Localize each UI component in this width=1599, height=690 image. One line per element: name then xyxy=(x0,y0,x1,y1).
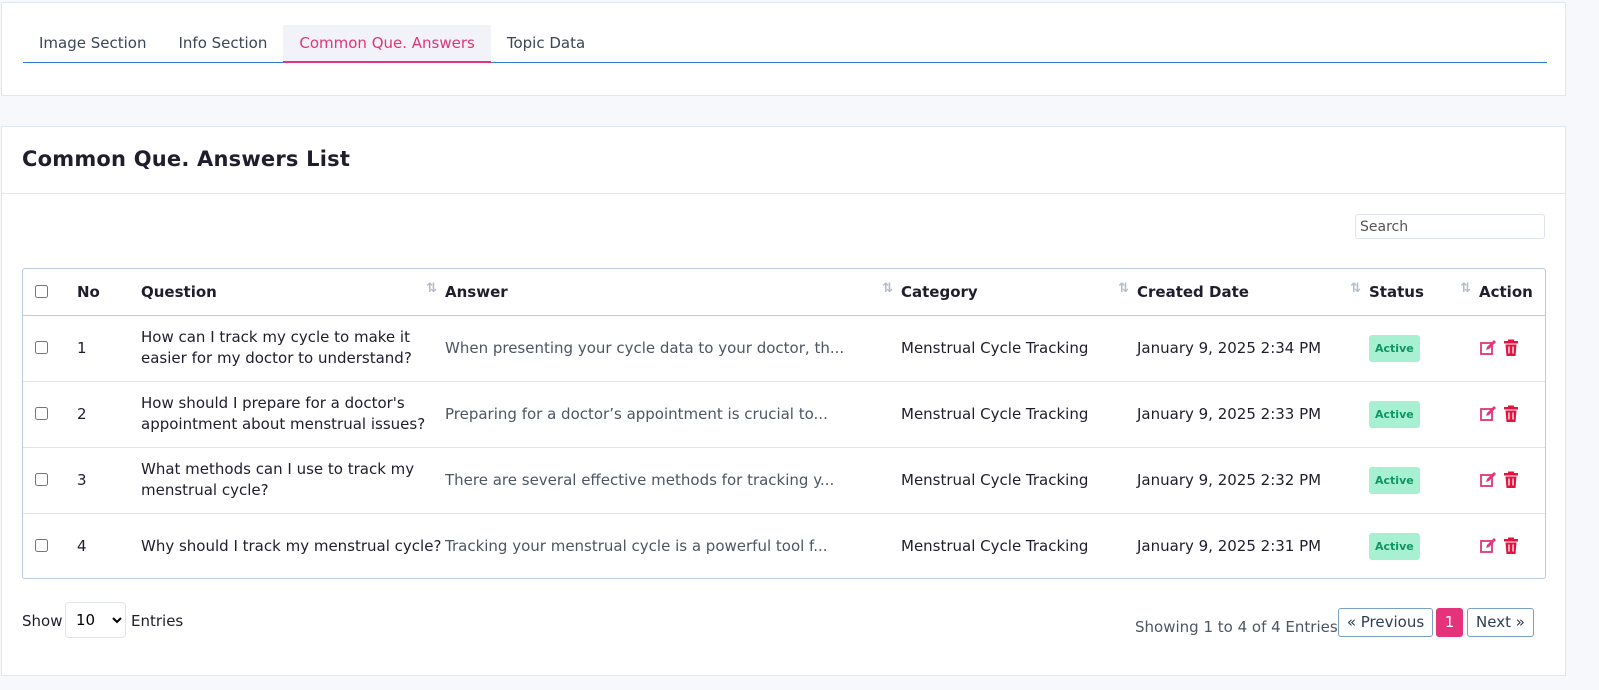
sort-icon[interactable]: ⇅ xyxy=(882,281,893,296)
header-question[interactable]: Question ⇅ xyxy=(141,269,445,315)
row-question: How should I prepare for a doctor's appo… xyxy=(141,394,426,433)
header-status-label: Status xyxy=(1369,282,1424,301)
sort-icon[interactable]: ⇅ xyxy=(426,281,437,296)
table-row: 3 What methods can I use to track my men… xyxy=(23,447,1545,513)
row-created-date: January 9, 2025 2:32 PM xyxy=(1137,470,1322,489)
header-category-label: Category xyxy=(901,282,978,301)
edit-icon[interactable] xyxy=(1479,471,1497,489)
row-created-date: January 9, 2025 2:34 PM xyxy=(1137,338,1322,357)
status-badge: Active xyxy=(1369,334,1420,362)
header-status[interactable]: Status ⇅ xyxy=(1369,269,1479,315)
row-checkbox[interactable] xyxy=(35,538,48,552)
card-header: Common Que. Answers List xyxy=(2,127,1565,194)
header-no[interactable]: No xyxy=(77,269,141,315)
header-created-date-label: Created Date xyxy=(1137,282,1249,301)
row-no: 4 xyxy=(77,536,87,555)
page-title: Common Que. Answers List xyxy=(22,147,351,171)
search-input[interactable] xyxy=(1355,214,1545,239)
row-category: Menstrual Cycle Tracking xyxy=(901,536,1089,555)
row-no: 1 xyxy=(77,338,87,357)
tab-topic-data[interactable]: Topic Data xyxy=(491,25,601,63)
table-header-row: No Question ⇅ Answer ⇅ Category ⇅ Created D… xyxy=(23,269,1545,315)
row-no: 2 xyxy=(77,404,87,423)
tabs-card: Image Section Info Section Common Que. A… xyxy=(1,2,1566,96)
row-answer: Preparing for a doctor’s appointment is … xyxy=(445,404,828,423)
row-answer: Tracking your menstrual cycle is a power… xyxy=(445,536,828,555)
trash-icon[interactable] xyxy=(1502,405,1520,423)
trash-icon[interactable] xyxy=(1502,339,1520,357)
row-question: What methods can I use to track my menst… xyxy=(141,460,415,499)
tab-common-que-answers[interactable]: Common Que. Answers xyxy=(283,25,491,63)
sort-icon[interactable]: ⇅ xyxy=(1118,281,1129,296)
row-answer: When presenting your cycle data to your … xyxy=(445,338,845,357)
row-checkbox[interactable] xyxy=(35,472,48,486)
row-created-date: January 9, 2025 2:31 PM xyxy=(1137,536,1322,555)
row-category: Menstrual Cycle Tracking xyxy=(901,338,1089,357)
previous-page-button[interactable]: « Previous xyxy=(1338,608,1433,637)
next-page-button[interactable]: Next » xyxy=(1467,608,1534,637)
row-category: Menstrual Cycle Tracking xyxy=(901,404,1089,423)
tab-image-section[interactable]: Image Section xyxy=(23,25,162,63)
row-created-date: January 9, 2025 2:33 PM xyxy=(1137,404,1322,423)
tab-info-section[interactable]: Info Section xyxy=(162,25,283,63)
header-select-all xyxy=(23,269,77,315)
row-question: How can I track my cycle to make it easi… xyxy=(141,328,412,367)
row-checkbox[interactable] xyxy=(35,406,48,420)
trash-icon[interactable] xyxy=(1502,537,1520,555)
sort-icon[interactable]: ⇅ xyxy=(1460,281,1471,296)
table-row: 1 How can I track my cycle to make it ea… xyxy=(23,315,1545,381)
header-answer[interactable]: Answer ⇅ xyxy=(445,269,901,315)
select-all-checkbox[interactable] xyxy=(35,285,48,299)
header-answer-label: Answer xyxy=(445,282,508,301)
edit-icon[interactable] xyxy=(1479,405,1497,423)
show-label: Show xyxy=(22,612,63,630)
status-badge: Active xyxy=(1369,532,1420,560)
header-created-date[interactable]: Created Date ⇅ xyxy=(1137,269,1369,315)
page-size-select[interactable]: 10 xyxy=(65,602,126,638)
list-card: Common Que. Answers List No Question ⇅ An… xyxy=(1,126,1566,676)
table-row: 4 Why should I track my menstrual cycle?… xyxy=(23,513,1545,578)
status-badge: Active xyxy=(1369,400,1420,428)
row-category: Menstrual Cycle Tracking xyxy=(901,470,1089,489)
row-no: 3 xyxy=(77,470,87,489)
table-footer: Show 10 Entries Showing 1 to 4 of 4 Entr… xyxy=(22,602,1546,642)
table-row: 2 How should I prepare for a doctor's ap… xyxy=(23,381,1545,447)
pagination-info: Showing 1 to 4 of 4 Entries xyxy=(1135,618,1338,636)
row-question: Why should I track my menstrual cycle? xyxy=(141,536,442,555)
edit-icon[interactable] xyxy=(1479,537,1497,555)
sort-icon[interactable]: ⇅ xyxy=(1350,281,1361,296)
status-badge: Active xyxy=(1369,466,1420,494)
trash-icon[interactable] xyxy=(1502,471,1520,489)
data-table: No Question ⇅ Answer ⇅ Category ⇅ Created D… xyxy=(22,268,1546,579)
row-checkbox[interactable] xyxy=(35,340,48,354)
entries-label: Entries xyxy=(131,612,184,630)
row-answer: There are several effective methods for … xyxy=(445,470,835,489)
header-question-label: Question xyxy=(141,282,217,301)
tab-bar: Image Section Info Section Common Que. A… xyxy=(23,25,1547,63)
edit-icon[interactable] xyxy=(1479,339,1497,357)
header-category[interactable]: Category ⇅ xyxy=(901,269,1137,315)
header-action: Action xyxy=(1479,282,1533,301)
current-page-button[interactable]: 1 xyxy=(1436,608,1463,637)
